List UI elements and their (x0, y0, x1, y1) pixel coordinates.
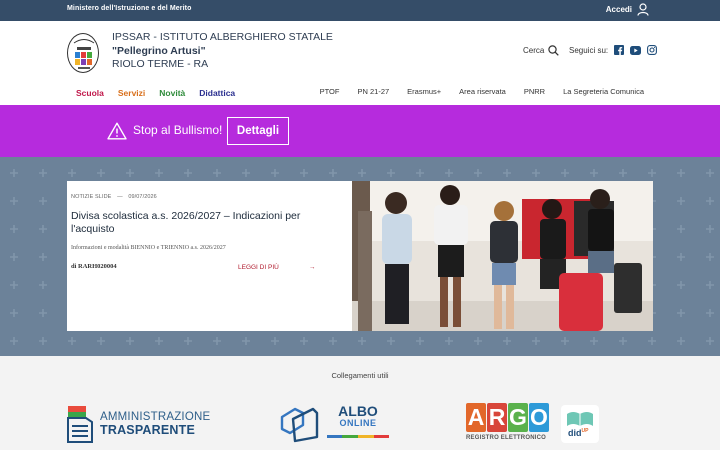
didup-label: didUP (568, 428, 588, 438)
social-links: Seguici su: (569, 45, 658, 55)
secondary-nav-item-0[interactable]: PTOF (320, 87, 340, 96)
nav-item-3[interactable]: Didattica (199, 88, 235, 98)
school-name-line3: RIOLO TERME - RA (112, 58, 209, 70)
search-button[interactable]: Cerca (523, 45, 560, 56)
news-meta: NOTIZIE SLIDE — 09/07/2026 (71, 194, 157, 200)
secondary-nav-item-3[interactable]: Area riservata (459, 87, 506, 96)
school-name-line1: IPSSAR - ISTITUTO ALBERGHIERO STATALE (112, 31, 333, 43)
search-label: Cerca (523, 46, 545, 55)
nav-item-0[interactable]: Scuola (76, 88, 104, 98)
school-logo[interactable] (67, 33, 99, 73)
amministrazione-trasparente-link[interactable]: AMMINISTRAZIONE TRASPARENTE (66, 404, 210, 444)
amministrazione-line2: TRASPARENTE (100, 423, 196, 437)
alert-message: Stop al Bullismo! (133, 123, 223, 137)
main-nav: Scuola Servizi Novità Didattica (76, 88, 235, 98)
argo-subtitle: REGISTRO ELETTRONICO (466, 435, 547, 441)
login-label: Accedi (605, 5, 632, 14)
argo-registro-link[interactable]: ARGO REGISTRO ELETTRONICO (466, 403, 549, 441)
warning-icon (107, 122, 127, 140)
news-separator: — (117, 194, 123, 200)
instagram-icon[interactable] (647, 45, 658, 55)
user-icon (637, 3, 649, 16)
albo-line1: ALBO (338, 403, 378, 419)
secondary-nav: PTOF PN 21-27 Erasmus+ Area riservata PNRR La… (320, 87, 644, 96)
news-date: 09/07/2026 (128, 194, 157, 200)
alert-banner: Stop al Bullismo! Dettagli (0, 105, 720, 157)
secondary-nav-item-1[interactable]: PN 21-27 (357, 87, 389, 96)
school-name-line2: "Pellegrino Artusi" (112, 44, 206, 57)
argo-letter-0: A (466, 403, 486, 432)
albo-underline (327, 435, 389, 438)
top-bar: Ministero dell'Istruzione e del Merito A… (0, 0, 720, 21)
nav-item-1[interactable]: Servizi (118, 88, 145, 98)
argo-letter-1: R (487, 403, 507, 432)
book-icon (567, 412, 593, 426)
useful-links-title: Collegamenti utili (331, 371, 389, 380)
youtube-icon[interactable] (630, 45, 642, 55)
argo-letter-3: O (529, 403, 549, 432)
news-title[interactable]: Divisa scolastica a.s. 2026/2027 – Indic… (71, 210, 316, 236)
search-icon (548, 45, 560, 56)
news-author: di RARH020004 (71, 263, 117, 270)
nav-item-2[interactable]: Novità (159, 88, 185, 98)
social-label: Seguici su: (569, 45, 609, 55)
secondary-nav-item-2[interactable]: Erasmus+ (407, 87, 441, 96)
news-photo[interactable] (352, 181, 653, 331)
read-more-label: LEGGI DI PIÙ (238, 264, 279, 271)
document-stack-icon (67, 406, 93, 443)
didup-link[interactable]: didUP (561, 405, 599, 443)
didup-sup: UP (581, 428, 589, 434)
argo-logo: ARGO (466, 403, 549, 432)
facebook-icon[interactable] (614, 45, 625, 55)
site-header: IPSSAR - ISTITUTO ALBERGHIERO STATALE "P… (0, 21, 720, 105)
ministry-link[interactable]: Ministero dell'Istruzione e del Merito (67, 5, 191, 12)
news-card: NOTIZIE SLIDE — 09/07/2026 Divisa scolas… (67, 181, 653, 331)
albo-line2: ONLINE (339, 418, 377, 428)
folder-icon (280, 407, 319, 443)
albo-online-link[interactable]: ALBO ONLINE (279, 403, 389, 443)
secondary-nav-item-5[interactable]: La Segreteria Comunica (563, 87, 644, 96)
alert-details-button[interactable]: Dettagli (227, 117, 289, 145)
didup-text: did (568, 428, 582, 438)
read-more-link[interactable]: LEGGI DI PIÙ → (238, 264, 315, 271)
school-name[interactable]: IPSSAR - ISTITUTO ALBERGHIERO STATALE "P… (112, 31, 333, 72)
useful-links: Collegamenti utili AMMINISTRAZIONE TRASP… (0, 356, 720, 450)
news-description: Informazioni e modalità BIENNIO e TRIENN… (71, 245, 226, 251)
arrow-right-icon: → (308, 264, 316, 271)
news-category: NOTIZIE SLIDE (71, 194, 112, 200)
secondary-nav-item-4[interactable]: PNRR (524, 87, 545, 96)
argo-letter-2: G (508, 403, 528, 432)
news-slider: NOTIZIE SLIDE — 09/07/2026 Divisa scolas… (0, 157, 720, 356)
login-button[interactable]: Accedi (606, 3, 649, 16)
